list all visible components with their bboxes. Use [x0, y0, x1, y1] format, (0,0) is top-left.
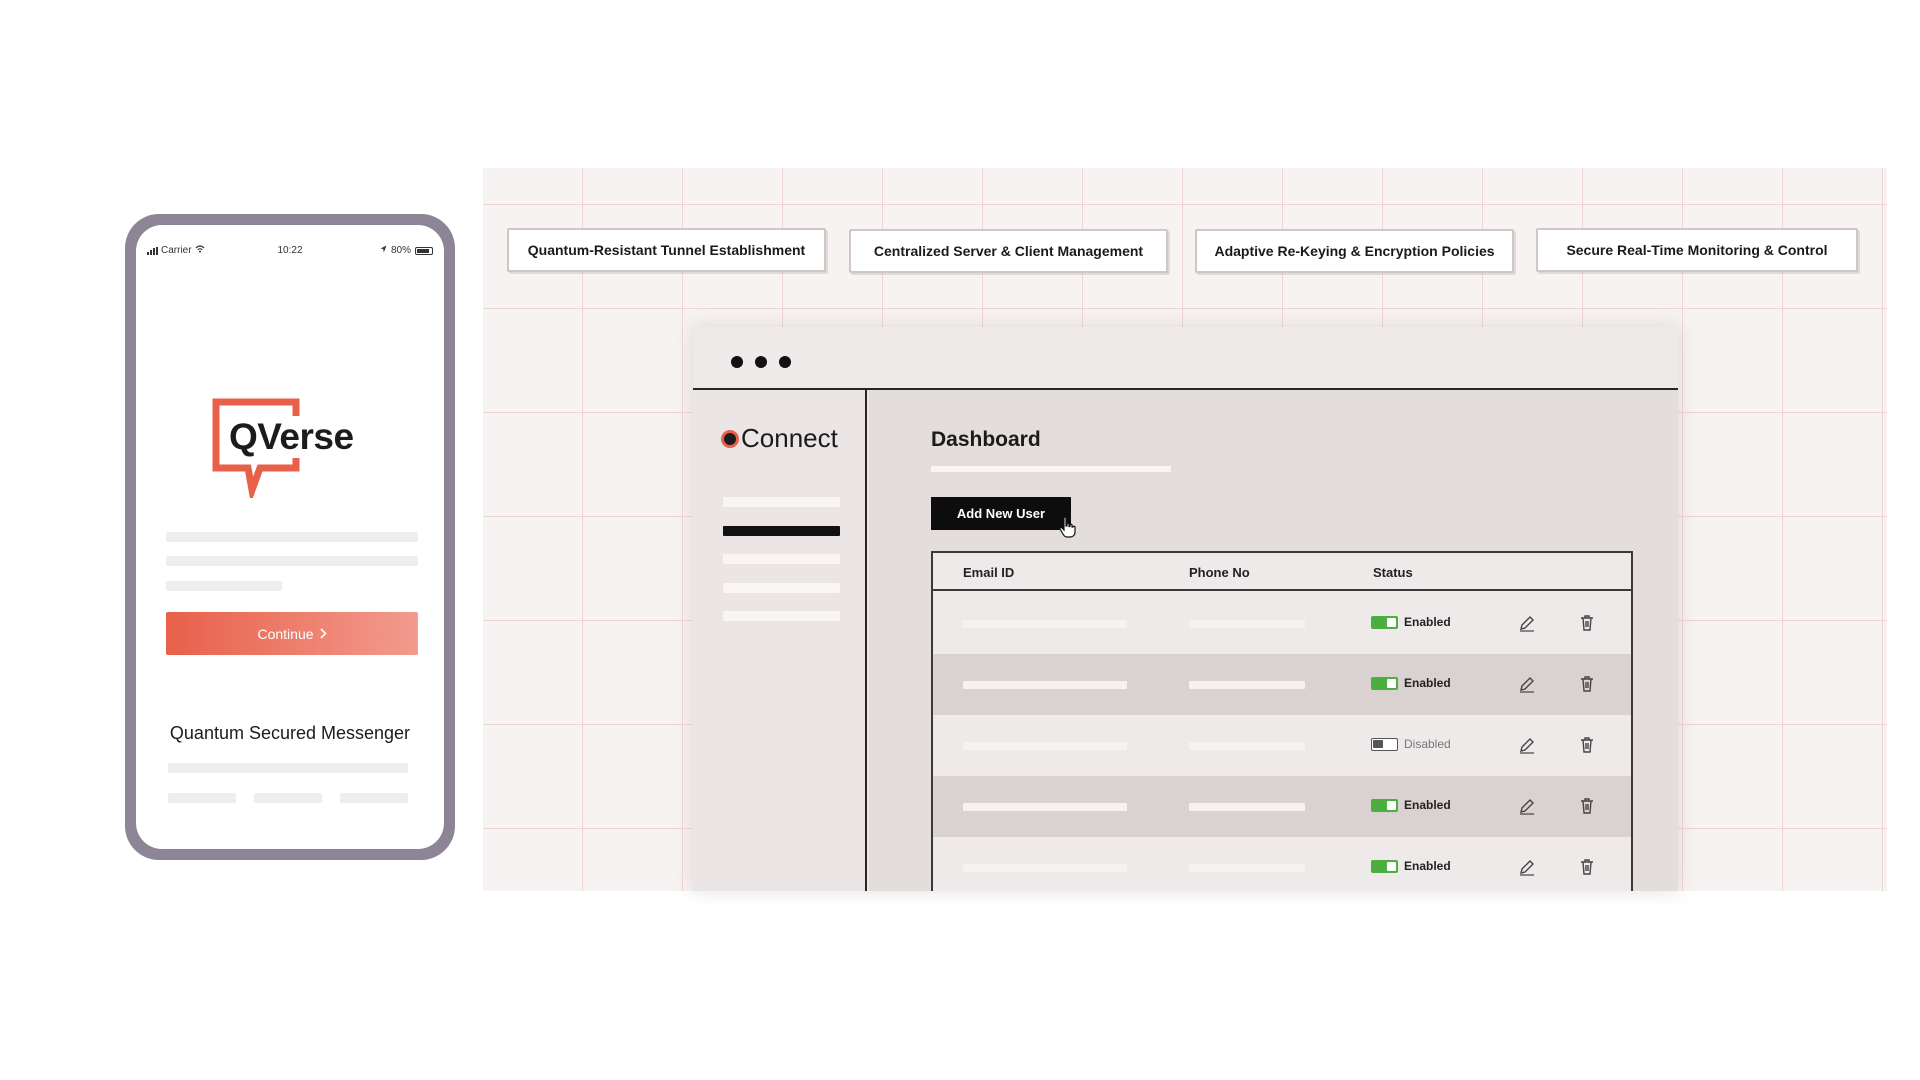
- sidebar-item[interactable]: [723, 497, 840, 507]
- status-toggle[interactable]: [1371, 859, 1398, 873]
- window-dot[interactable]: [779, 356, 791, 368]
- placeholder-line: [168, 763, 408, 773]
- placeholder-line: [168, 793, 236, 803]
- trash-icon[interactable]: [1577, 613, 1597, 633]
- placeholder-line: [166, 532, 418, 542]
- status-cell: Disabled: [1371, 737, 1451, 751]
- sidebar-item[interactable]: [723, 554, 840, 564]
- status-label: Enabled: [1404, 798, 1451, 812]
- status-cell: Enabled: [1371, 676, 1451, 690]
- q-logo-icon: [721, 429, 739, 448]
- phone-placeholder: [1189, 620, 1305, 628]
- add-new-user-button[interactable]: Add New User: [931, 497, 1071, 530]
- column-header-phone: Phone No: [1189, 565, 1250, 580]
- app-logo-text: QVerse: [226, 416, 357, 458]
- email-placeholder: [963, 681, 1127, 689]
- feature-tab-rekeying[interactable]: Adaptive Re-Keying & Encryption Policies: [1195, 229, 1514, 273]
- location-arrow-icon: [380, 245, 387, 256]
- edit-icon[interactable]: [1517, 735, 1537, 755]
- feature-tab-tunnel[interactable]: Quantum-Resistant Tunnel Establishment: [507, 228, 826, 272]
- window-titlebar: [693, 327, 1678, 390]
- status-label: Disabled: [1404, 737, 1451, 751]
- trash-icon[interactable]: [1577, 796, 1597, 816]
- status-toggle[interactable]: [1371, 615, 1398, 629]
- phone-placeholder: [1189, 742, 1305, 750]
- page-title: Dashboard: [931, 428, 1041, 451]
- phone-placeholder: [1189, 803, 1305, 811]
- table-row: Enabled: [933, 654, 1631, 715]
- trash-icon[interactable]: [1577, 857, 1597, 877]
- status-cell: Enabled: [1371, 859, 1451, 873]
- status-toggle[interactable]: [1371, 676, 1398, 690]
- app-tagline: Quantum Secured Messenger: [169, 723, 411, 743]
- status-toggle[interactable]: [1371, 737, 1398, 751]
- chevron-right-icon: [319, 626, 327, 642]
- status-label: Enabled: [1404, 859, 1451, 873]
- status-label: Enabled: [1404, 615, 1451, 629]
- phone-placeholder: [1189, 864, 1305, 872]
- placeholder-line: [340, 793, 408, 803]
- trash-icon[interactable]: [1577, 735, 1597, 755]
- status-cell: Enabled: [1371, 615, 1451, 629]
- brand-name: Connect: [741, 423, 838, 453]
- edit-icon[interactable]: [1517, 796, 1537, 816]
- email-placeholder: [963, 620, 1127, 628]
- dashboard-window: Connect Dashboard Add New User Email ID …: [693, 327, 1678, 891]
- sidebar-item[interactable]: [723, 583, 840, 593]
- sidebar-item-active[interactable]: [723, 526, 840, 536]
- email-placeholder: [963, 864, 1127, 872]
- continue-label: Continue: [257, 625, 314, 642]
- email-placeholder: [963, 742, 1127, 750]
- sidebar: Connect: [693, 390, 867, 891]
- phone-mockup: Carrier 10:22 80% QVerse Continue Quantu…: [125, 214, 455, 860]
- title-underline: [931, 466, 1171, 472]
- status-cell: Enabled: [1371, 798, 1451, 812]
- table-row: Disabled: [933, 715, 1631, 776]
- table-row: Enabled: [933, 593, 1631, 654]
- main-content: Dashboard Add New User Email ID Phone No…: [869, 390, 1678, 891]
- email-placeholder: [963, 803, 1127, 811]
- column-header-email: Email ID: [963, 565, 1015, 580]
- feature-tab-management[interactable]: Centralized Server & Client Management: [849, 229, 1168, 273]
- placeholder-line: [254, 793, 322, 803]
- phone-screen: Carrier 10:22 80% QVerse Continue Quantu…: [136, 225, 444, 849]
- battery-icon: [415, 246, 433, 255]
- window-dot[interactable]: [755, 356, 767, 368]
- table-row: Enabled: [933, 776, 1631, 837]
- edit-icon[interactable]: [1517, 613, 1537, 633]
- battery-percent: 80%: [390, 245, 411, 256]
- phone-status-bar: Carrier 10:22 80%: [147, 245, 433, 259]
- qverse-logo: QVerse: [212, 398, 372, 504]
- edit-icon[interactable]: [1517, 857, 1537, 877]
- placeholder-line: [166, 556, 418, 566]
- column-header-status: Status: [1373, 565, 1413, 580]
- status-label: Enabled: [1404, 676, 1451, 690]
- window-dot[interactable]: [731, 356, 743, 368]
- edit-icon[interactable]: [1517, 674, 1537, 694]
- continue-button[interactable]: Continue: [166, 612, 418, 655]
- sidebar-item[interactable]: [723, 611, 840, 621]
- table-row: Enabled: [933, 837, 1631, 891]
- phone-placeholder: [1189, 681, 1305, 689]
- table-header: Email ID Phone No Status: [933, 553, 1631, 591]
- trash-icon[interactable]: [1577, 674, 1597, 694]
- status-toggle[interactable]: [1371, 798, 1398, 812]
- qconnect-logo: Connect: [721, 423, 838, 454]
- users-table: Email ID Phone No Status Enabled Enabled…: [931, 551, 1633, 891]
- placeholder-line: [166, 581, 282, 591]
- feature-tab-monitoring[interactable]: Secure Real-Time Monitoring & Control: [1536, 228, 1858, 272]
- hand-cursor-icon: [1059, 516, 1076, 538]
